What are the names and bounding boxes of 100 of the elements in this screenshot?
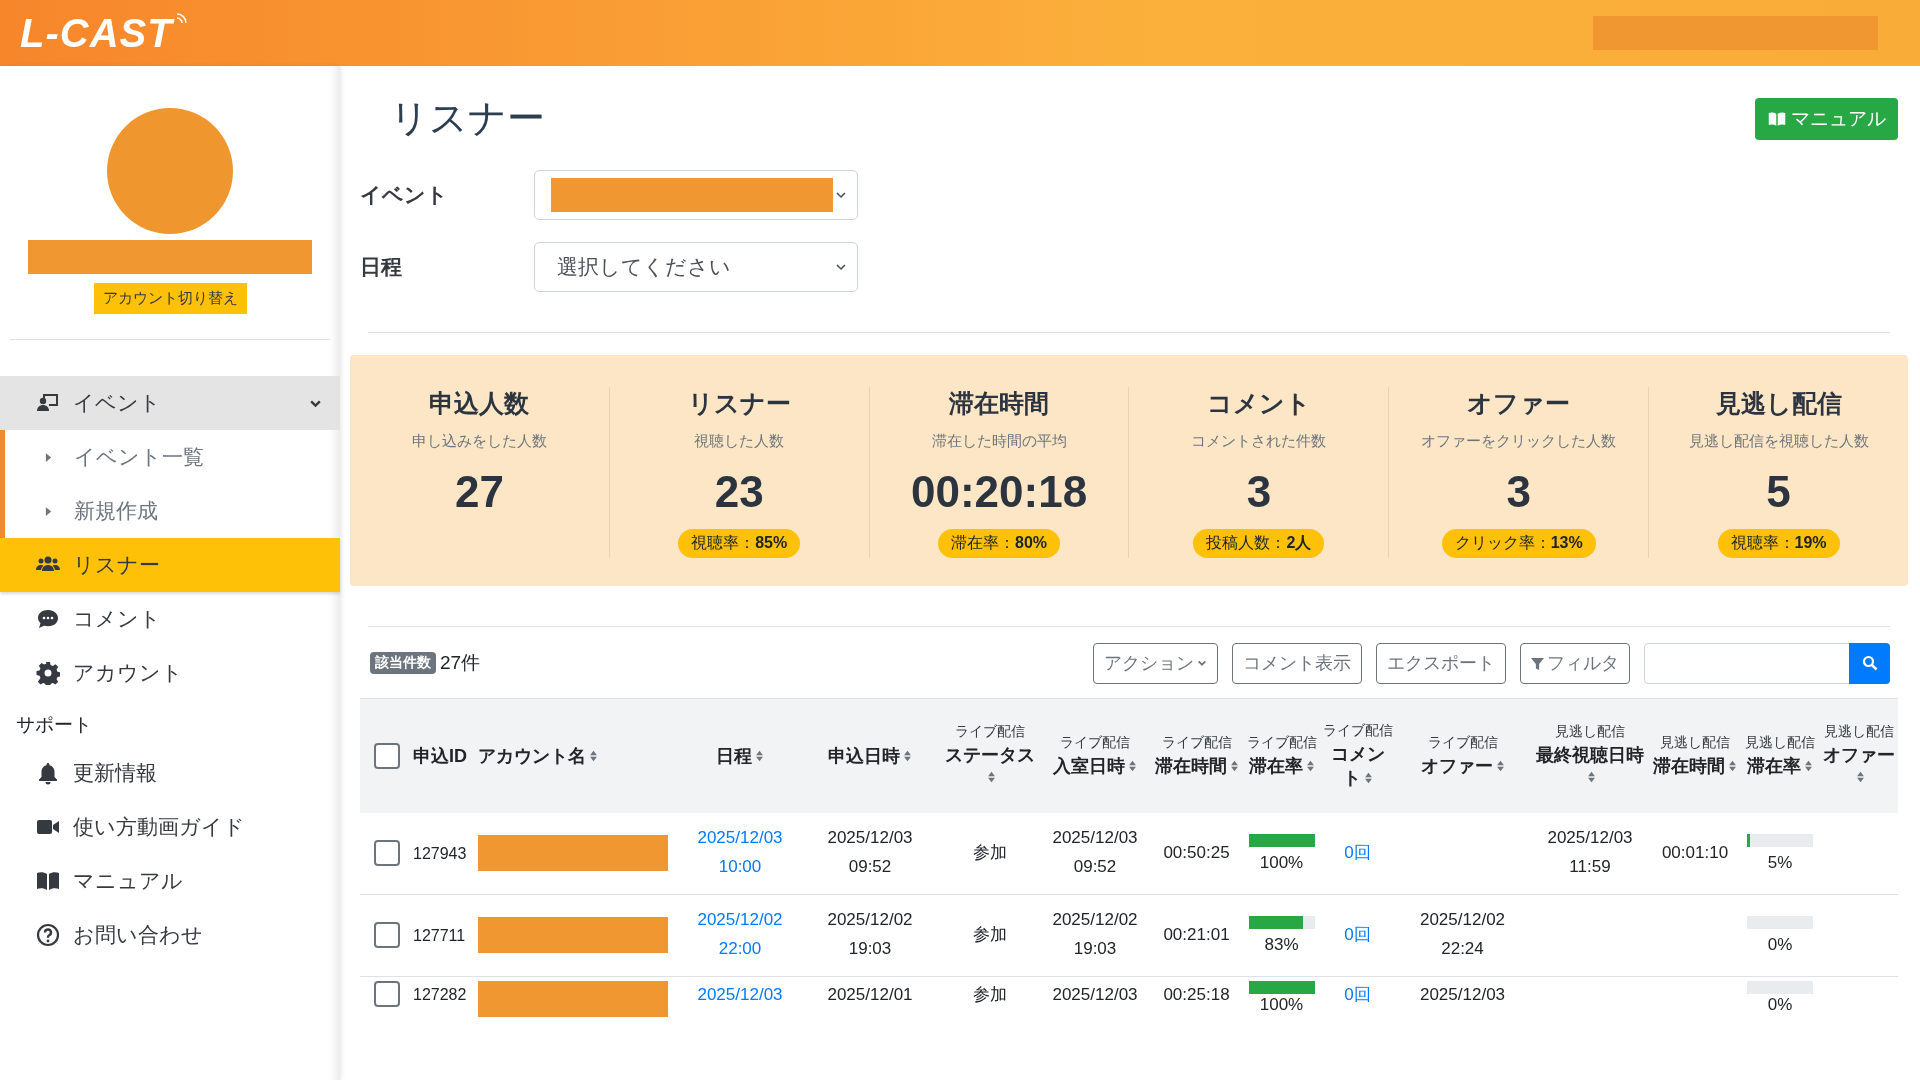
column-header[interactable]: ステータス bbox=[942, 743, 1038, 789]
column-header[interactable]: 滞在時間 bbox=[1154, 753, 1239, 778]
column-header[interactable]: 入室日時 bbox=[1053, 753, 1137, 778]
table-cell-text: 127282 bbox=[413, 984, 467, 1005]
column-group-label: ライブ配信 bbox=[1426, 733, 1499, 752]
column-header[interactable]: コメント bbox=[1322, 741, 1393, 790]
rate-badge: クリック率：13% bbox=[1441, 528, 1596, 558]
table-cell-text: 00:21:01 bbox=[1163, 923, 1230, 946]
menu-item[interactable]: 使い方動画ガイド bbox=[0, 800, 340, 854]
rate-badge: 滞在率：80% bbox=[938, 528, 1061, 558]
percent-text: 100% bbox=[1259, 852, 1304, 873]
sort-icon bbox=[1728, 759, 1737, 772]
sort-icon bbox=[1587, 771, 1596, 784]
column-header[interactable]: アカウント名 bbox=[478, 743, 598, 768]
stat-caption: コメントされた件数 bbox=[1191, 431, 1327, 451]
checkbox[interactable] bbox=[373, 742, 400, 769]
sort-icon bbox=[1128, 759, 1137, 772]
search-field[interactable] bbox=[1644, 642, 1890, 684]
stat-value: 5 bbox=[1766, 466, 1791, 517]
percent-text: 100% bbox=[1259, 995, 1304, 1015]
table-cell-text: 2025/12/03 09:52 bbox=[827, 827, 913, 879]
schedule-link[interactable]: 2025/12/02 22:00 bbox=[697, 906, 783, 964]
column-header[interactable]: 日程 bbox=[716, 743, 764, 768]
table-cell-text: 00:25:18 bbox=[1163, 983, 1230, 1006]
menu-item[interactable]: アカウント bbox=[0, 646, 340, 700]
table-cell-text: 2025/12/03 bbox=[1052, 983, 1138, 1006]
column-group-label: 見逃し配信 bbox=[1659, 733, 1731, 752]
account-switch-button[interactable]: アカウント切り替え bbox=[93, 283, 247, 314]
column-header[interactable]: 最終視聴日時 bbox=[1532, 743, 1648, 789]
column-header[interactable]: 滞在率 bbox=[1248, 753, 1315, 778]
book-icon bbox=[36, 869, 60, 893]
field-label: イベント bbox=[360, 181, 449, 208]
stat-caption: 滞在した時間の平均 bbox=[931, 431, 1067, 451]
action-dropdown-button[interactable]: アクション bbox=[1093, 642, 1218, 684]
column-group-label: 見逃し配信 bbox=[1554, 723, 1626, 742]
checkbox[interactable] bbox=[373, 922, 400, 949]
column-group-label: ライブ配信 bbox=[1160, 733, 1233, 752]
column-group-label: ライブ配信 bbox=[1322, 721, 1393, 740]
percent-text: 5% bbox=[1767, 852, 1793, 873]
percent-text: 0% bbox=[1767, 934, 1793, 955]
stat-title: リスナー bbox=[687, 387, 791, 419]
select-field[interactable] bbox=[534, 169, 858, 220]
search-button[interactable] bbox=[1849, 642, 1890, 684]
table-cell-text: 参加 bbox=[973, 983, 1007, 1006]
table-cell-text: 2025/12/03 11:59 bbox=[1547, 827, 1633, 879]
submenu-item[interactable]: イベント一覧 bbox=[5, 430, 340, 484]
submenu-item[interactable]: 新規作成 bbox=[5, 484, 340, 538]
column-group-label: ライブ配信 bbox=[954, 723, 1026, 742]
column-header[interactable]: 申込日時 bbox=[828, 743, 912, 768]
speech-bubble-icon bbox=[36, 607, 60, 631]
filter-icon bbox=[1531, 656, 1544, 670]
percent-text: 83% bbox=[1264, 934, 1299, 955]
schedule-link[interactable]: 2025/12/03 bbox=[697, 980, 783, 1010]
caret-right-icon bbox=[45, 505, 52, 517]
sort-icon bbox=[1856, 771, 1865, 784]
table-cell-text: 2025/12/02 19:03 bbox=[827, 909, 913, 961]
table-cell-text: 2025/12/01 bbox=[827, 983, 913, 1006]
checkbox[interactable] bbox=[373, 840, 400, 867]
column-header[interactable]: オファー bbox=[1822, 743, 1896, 789]
stat-caption: 視聴した人数 bbox=[694, 431, 785, 451]
column-group-label: ライブ配信 bbox=[1059, 733, 1131, 752]
column-group-label: 見逃し配信 bbox=[1744, 733, 1816, 752]
table-cell-text: 2025/12/03 bbox=[1419, 983, 1506, 1006]
comment-count-link[interactable]: 0回 bbox=[1344, 980, 1371, 1010]
page-title: リスナー bbox=[390, 96, 545, 141]
stat-value: 3 bbox=[1506, 466, 1531, 517]
stat-value: 27 bbox=[454, 466, 504, 517]
column-header[interactable]: 申込ID bbox=[413, 743, 467, 768]
menu-group-header[interactable]: イベント bbox=[0, 376, 340, 430]
menu-item[interactable]: お問い合わせ bbox=[0, 908, 340, 962]
caret-right-icon bbox=[45, 451, 52, 463]
search-icon bbox=[1861, 655, 1878, 672]
sort-icon bbox=[1229, 759, 1239, 772]
column-header[interactable]: 滞在時間 bbox=[1653, 753, 1737, 778]
column-header[interactable]: 滞在率 bbox=[1747, 753, 1813, 778]
table-cell-text: 2025/12/03 09:52 bbox=[1052, 827, 1138, 879]
sort-icon bbox=[589, 749, 598, 762]
stat-caption: 見逃し配信を視聴した人数 bbox=[1688, 431, 1869, 451]
stat-title: 見逃し配信 bbox=[1715, 387, 1842, 419]
percent-text: 0% bbox=[1767, 995, 1793, 1015]
schedule-link[interactable]: 2025/12/03 10:00 bbox=[697, 824, 783, 882]
stat-caption: オファーをクリックした人数 bbox=[1421, 431, 1617, 451]
toolbar-button[interactable]: エクスポート bbox=[1376, 642, 1506, 684]
menu-item[interactable]: 更新情報 bbox=[0, 746, 340, 800]
select-field[interactable]: 選択してください bbox=[534, 241, 858, 292]
checkbox[interactable] bbox=[373, 980, 400, 1007]
filter-button[interactable]: フィルタ bbox=[1520, 642, 1630, 684]
table-cell-text: 2025/12/02 19:03 bbox=[1052, 909, 1138, 961]
toolbar-button[interactable]: コメント表示 bbox=[1232, 642, 1362, 684]
bell-icon bbox=[36, 761, 60, 785]
section-heading: サポート bbox=[15, 713, 93, 737]
table-cell-text: 127943 bbox=[413, 843, 467, 864]
comment-count-link[interactable]: 0回 bbox=[1344, 838, 1371, 868]
menu-item[interactable]: コメント bbox=[0, 592, 340, 646]
menu-item[interactable]: マニュアル bbox=[0, 854, 340, 908]
stat-title: オファー bbox=[1467, 387, 1571, 419]
column-header[interactable]: オファー bbox=[1420, 753, 1505, 778]
menu-item[interactable]: リスナー bbox=[0, 538, 340, 592]
table-cell-text: 参加 bbox=[973, 923, 1007, 946]
comment-count-link[interactable]: 0回 bbox=[1344, 920, 1371, 950]
